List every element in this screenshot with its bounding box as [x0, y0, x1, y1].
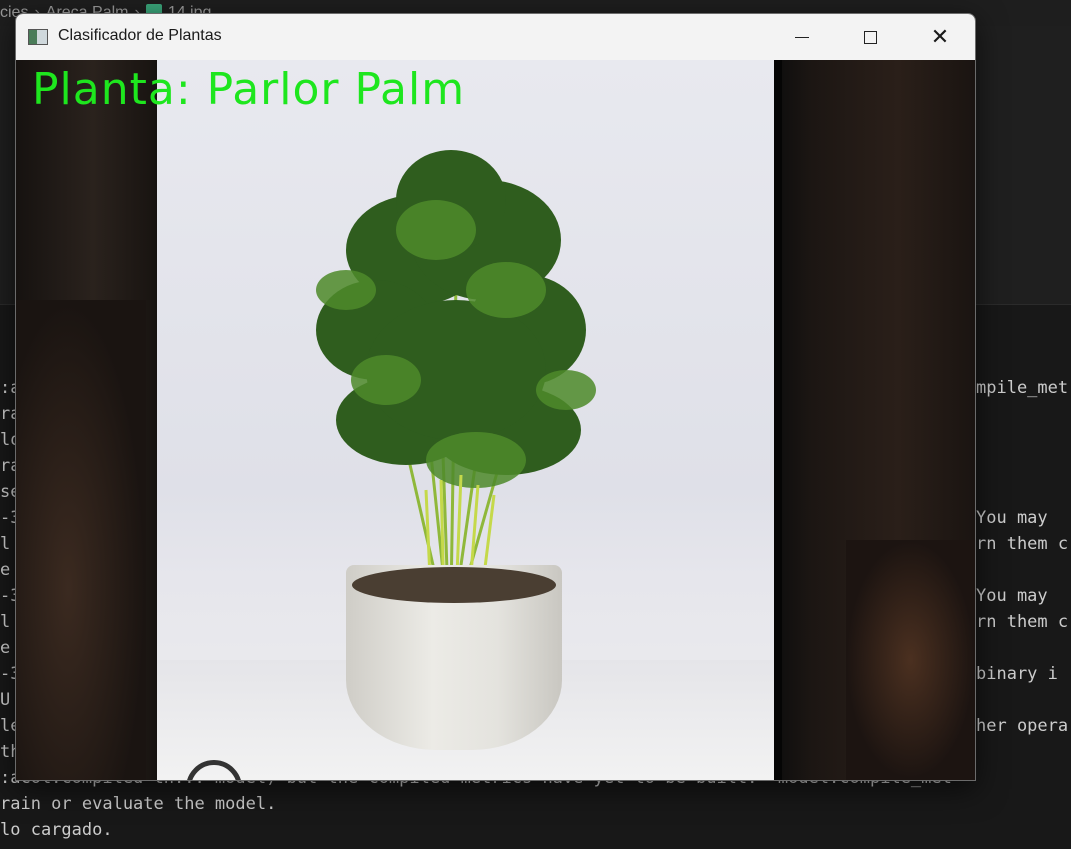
monitor-bezel — [774, 60, 782, 780]
camera-frame: Planta: Parlor Palm — [16, 60, 975, 780]
minimize-button[interactable] — [779, 14, 825, 60]
close-icon: ✕ — [930, 24, 950, 49]
terminal-line: mpile_met — [976, 378, 1069, 398]
terminal-line: e — [0, 560, 11, 580]
app-icon — [28, 29, 48, 45]
terminal-line: You may — [976, 508, 1048, 528]
classifier-window[interactable]: Clasificador de Plantas ✕ Planta: Parlor… — [15, 13, 976, 781]
close-button[interactable]: ✕ — [917, 14, 963, 60]
terminal-line: U — [0, 690, 11, 710]
terminal-line: rn them c — [976, 612, 1069, 632]
terminal-line: lo cargado. — [0, 820, 113, 840]
terminal-line: her opera — [976, 716, 1069, 736]
window-title: Clasificador de Plantas — [58, 27, 222, 44]
plant-pot — [346, 565, 562, 750]
maximize-icon — [863, 30, 877, 44]
terminal-line: l — [0, 612, 11, 632]
background-blur — [846, 540, 975, 780]
terminal-line: rain or evaluate the model. — [0, 794, 277, 814]
plant-image — [316, 150, 596, 601]
prediction-label: Planta: Parlor Palm — [32, 64, 466, 115]
pot-soil — [352, 567, 556, 603]
terminal-line: e — [0, 638, 11, 658]
terminal-line: rn them c — [976, 534, 1069, 554]
background-blur — [16, 300, 146, 780]
minimize-icon — [795, 36, 809, 38]
terminal-line: binary i — [976, 664, 1058, 684]
maximize-button[interactable] — [847, 14, 893, 60]
terminal-line: l — [0, 534, 11, 554]
terminal-line: You may — [976, 586, 1048, 606]
title-bar[interactable]: Clasificador de Plantas ✕ — [16, 14, 975, 60]
